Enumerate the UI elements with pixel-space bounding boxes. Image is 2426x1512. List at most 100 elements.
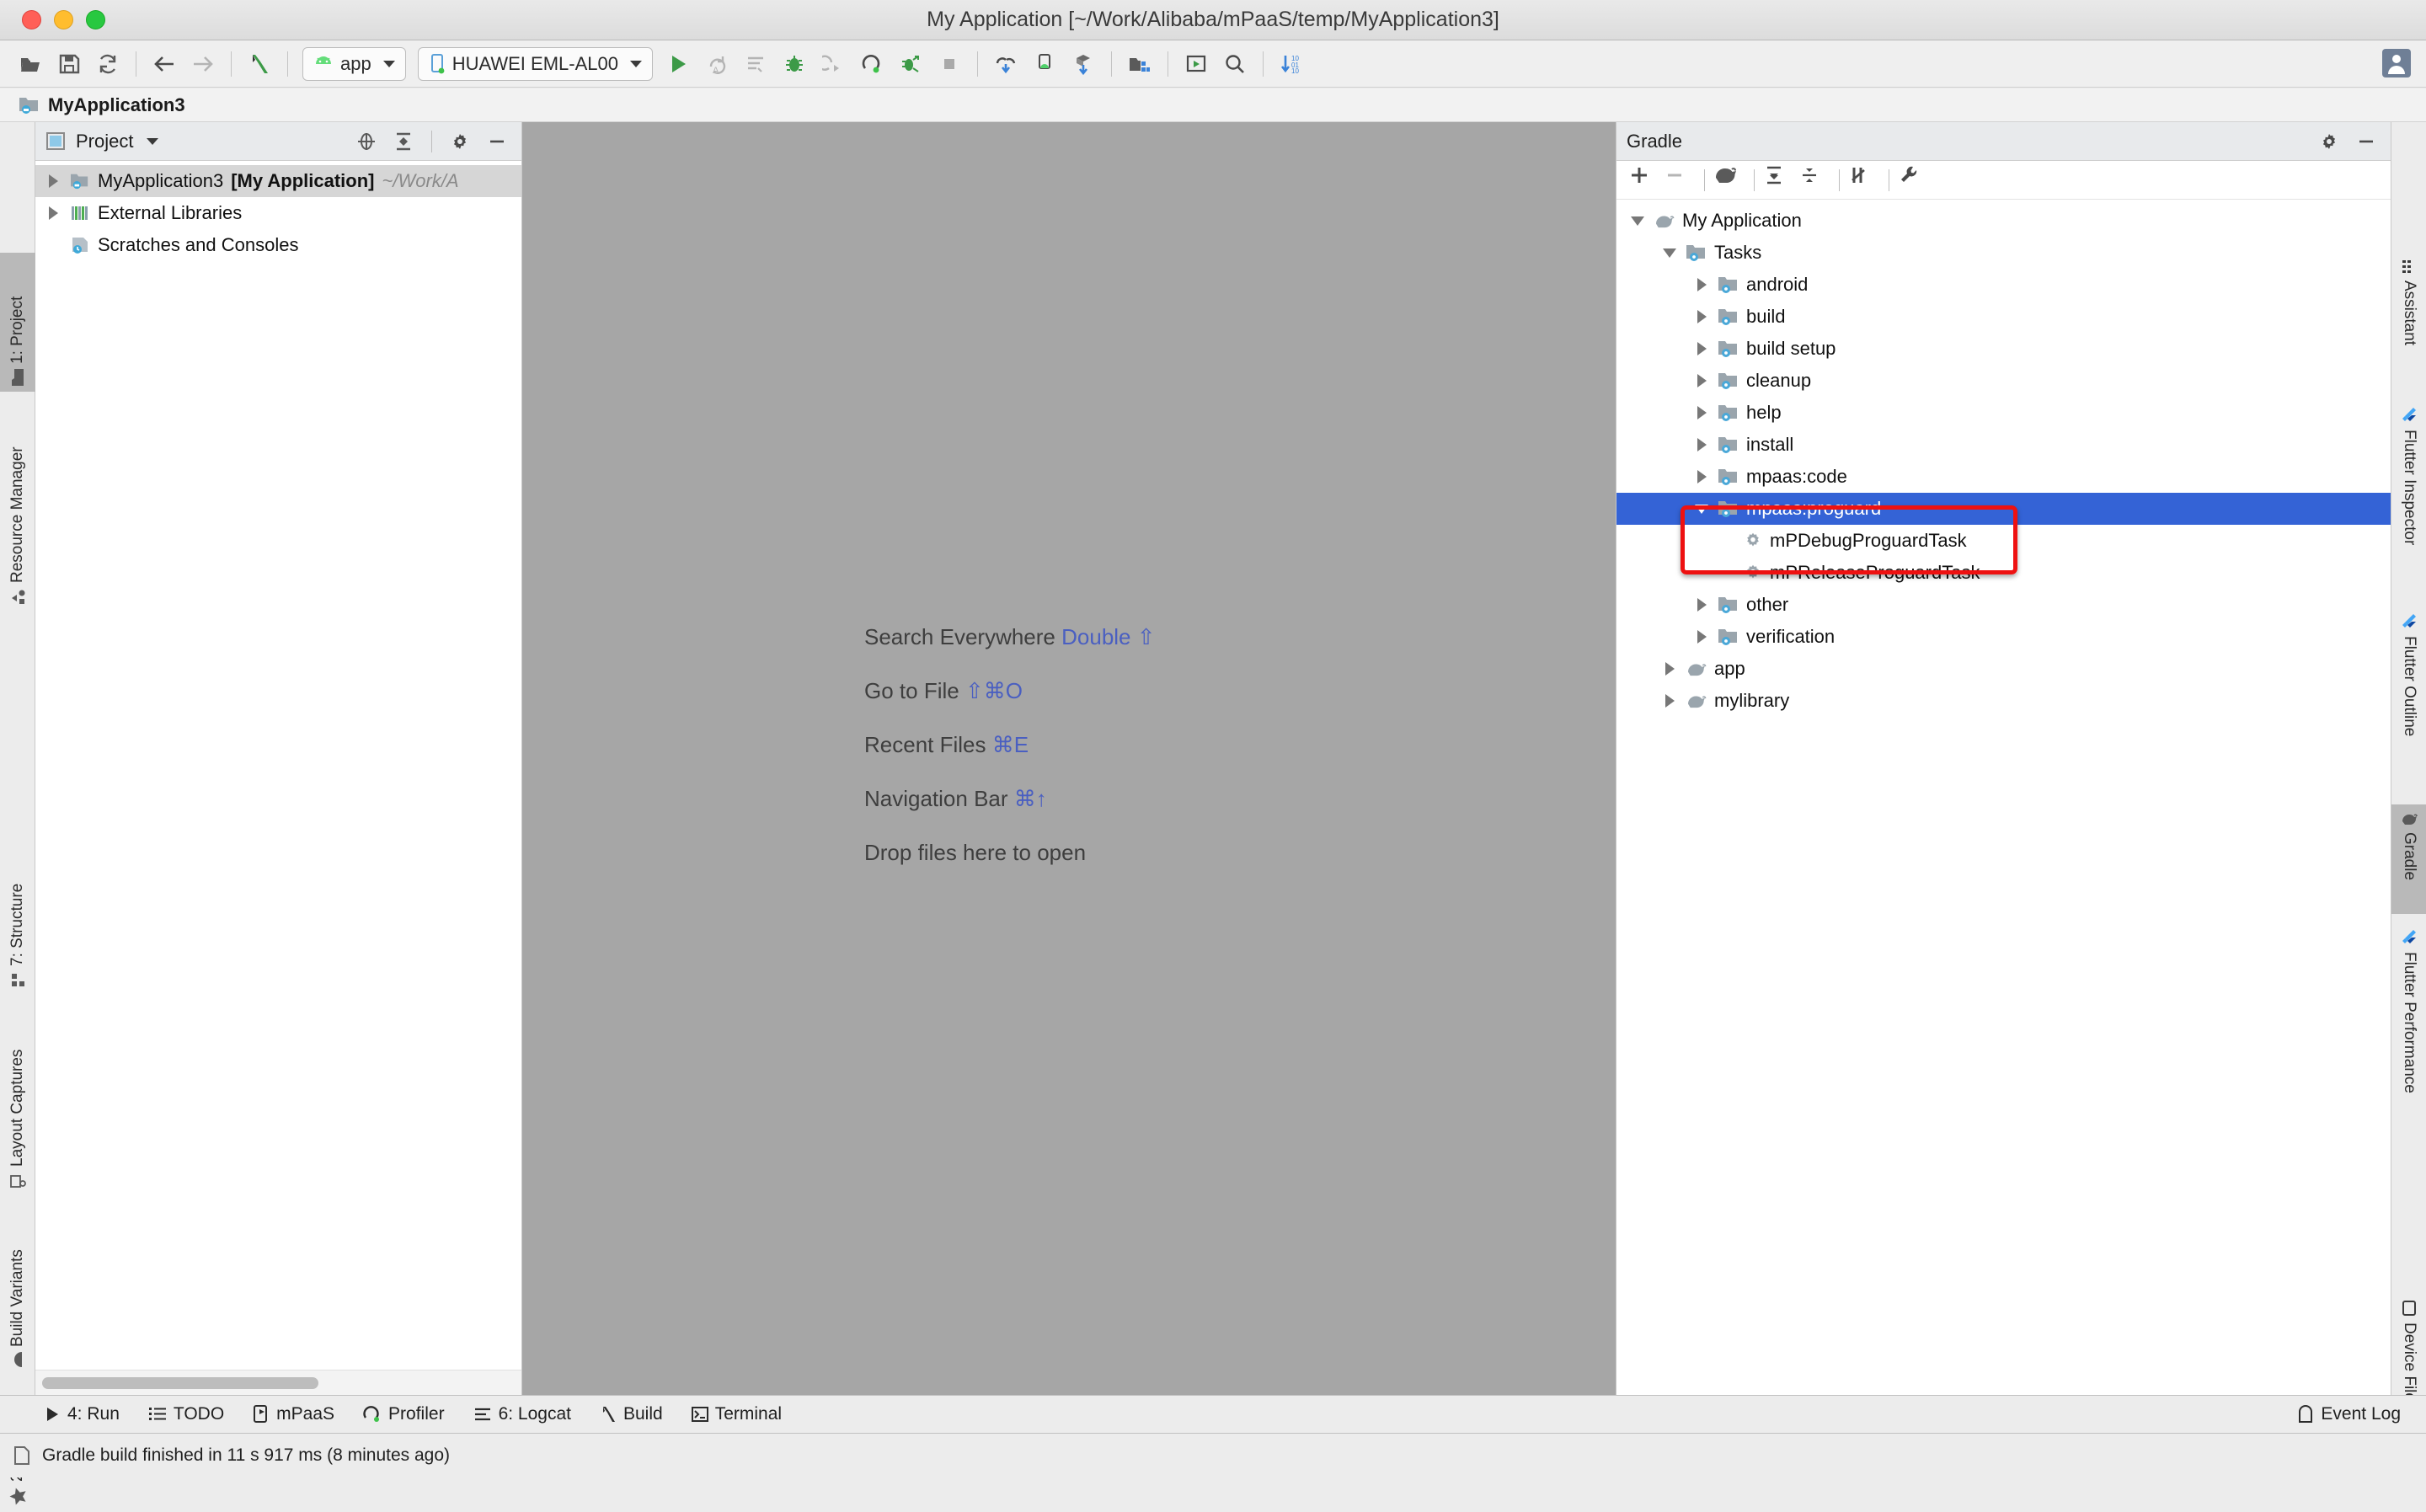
run-configuration-selector[interactable]: app	[302, 46, 406, 81]
memory-indicator-icon[interactable]	[12, 1445, 32, 1467]
debug-icon[interactable]	[776, 45, 813, 83]
tree-row-scratches-and-consoles[interactable]: Scratches and Consoles	[35, 229, 521, 261]
gradle-row-cleanup[interactable]: cleanup	[1616, 365, 2391, 397]
event-log-icon	[2299, 1405, 2313, 1423]
gradle-toolbar	[1616, 161, 2391, 200]
user-account-icon[interactable]	[2382, 49, 2411, 77]
gradle-row-verification[interactable]: verification	[1616, 621, 2391, 653]
apply-code-changes-icon[interactable]	[737, 45, 774, 83]
expand-all-icon[interactable]	[1763, 164, 1795, 196]
sidebar-item-flutter-outline[interactable]: Flutter Outline	[2391, 606, 2426, 796]
scrollbar-thumb[interactable]	[42, 1376, 318, 1389]
gradle-row-build-setup[interactable]: build setup	[1616, 333, 2391, 365]
run-icon[interactable]	[660, 45, 697, 83]
search-icon[interactable]	[1216, 45, 1253, 83]
apply-changes-icon[interactable]: A	[698, 45, 735, 83]
tree-row-external-libraries[interactable]: External Libraries	[35, 197, 521, 229]
project-tree[interactable]: MyApplication3 [My Application] ~/Work/A…	[35, 161, 521, 1370]
gradle-row-my-application[interactable]: My Application	[1616, 205, 2391, 237]
gradle-row-build[interactable]: build	[1616, 301, 2391, 333]
tool-window-logcat[interactable]: 6: Logcat	[473, 1404, 571, 1424]
gradle-label: cleanup	[1746, 370, 1812, 391]
scroll-from-source-icon[interactable]	[352, 127, 381, 156]
remove-icon[interactable]	[1664, 164, 1696, 196]
breadcrumb-label: MyApplication3	[48, 93, 185, 115]
sidebar-item-structure[interactable]: 7: Structure	[0, 842, 35, 994]
window-title-bar: My Application [~/Work/Alibaba/mPaaS/tem…	[0, 0, 2426, 40]
gradle-row-mylibrary[interactable]: mylibrary	[1616, 685, 2391, 717]
sidebar-item-gradle[interactable]: Gradle	[2391, 804, 2426, 914]
hint-label: Navigation Bar	[864, 785, 1008, 811]
save-all-icon[interactable]	[51, 45, 88, 83]
build-icon[interactable]	[241, 45, 278, 83]
sidebar-item-build-variants[interactable]: Build Variants	[0, 1209, 35, 1373]
hint-shortcut: ⌘E	[991, 731, 1029, 757]
sort-icon[interactable]: 10 01 10	[1273, 45, 1310, 83]
gradle-row-mpdebugproguardtask[interactable]: mPDebugProguardTask	[1616, 525, 2391, 557]
gear-icon[interactable]	[2315, 127, 2343, 156]
avd-launch-icon[interactable]	[1178, 45, 1215, 83]
profiler-icon[interactable]	[853, 45, 890, 83]
tool-window-mpaas[interactable]: mPaaS	[253, 1404, 334, 1424]
sdk-manager-icon[interactable]	[987, 45, 1024, 83]
sidebar-item-layout-captures[interactable]: Layout Captures	[0, 1007, 35, 1196]
gradle-row-other[interactable]: other	[1616, 589, 2391, 621]
tool-window-profiler[interactable]: Profiler	[363, 1404, 445, 1424]
run-with-coverage-icon[interactable]	[892, 45, 929, 83]
gradle-tree[interactable]: My Application Tasks android build build…	[1616, 200, 2391, 1395]
gradle-row-tasks[interactable]: Tasks	[1616, 237, 2391, 269]
sidebar-item-flutter-performance[interactable]: Flutter Performance	[2391, 922, 2426, 1146]
gradle-row-mpaas-proguard[interactable]: mpaas:proguard	[1616, 493, 2391, 525]
execute-gradle-task-icon[interactable]	[1713, 164, 1745, 196]
tool-window-todo[interactable]: TODO	[148, 1404, 224, 1424]
sidebar-item-label: Layout Captures	[8, 1049, 26, 1167]
collapse-all-icon[interactable]	[389, 127, 418, 156]
gradle-row-help[interactable]: help	[1616, 397, 2391, 429]
open-folder-icon[interactable]	[12, 45, 49, 83]
sidebar-item-resource-manager[interactable]: Resource Manager	[0, 400, 35, 611]
hint-shortcut: Double ⇧	[1061, 623, 1156, 649]
back-icon[interactable]	[146, 45, 183, 83]
stop-icon[interactable]	[931, 45, 968, 83]
tool-window-event-log[interactable]: Event Log	[2297, 1404, 2401, 1424]
chevron-down-icon[interactable]	[382, 60, 395, 67]
tool-window-run[interactable]: 4: Run	[44, 1404, 120, 1424]
sidebar-item-project[interactable]: 1: Project	[0, 253, 35, 392]
gradle-row-install[interactable]: install	[1616, 429, 2391, 461]
tool-window-build[interactable]: Build	[600, 1404, 663, 1424]
sidebar-item-assistant[interactable]: Assistant	[2391, 253, 2426, 392]
collapse-all-icon[interactable]	[1798, 164, 1830, 196]
gear-task-icon	[1747, 532, 1759, 547]
forward-icon[interactable]	[184, 45, 222, 83]
gradle-row-mpreleaseproguardtask[interactable]: mPReleaseProguardTask	[1616, 557, 2391, 589]
device-selector[interactable]: HUAWEI EML-AL00	[417, 46, 653, 81]
tree-row-myapplication3[interactable]: MyApplication3 [My Application] ~/Work/A	[35, 165, 521, 197]
panel-header-divider	[431, 130, 432, 152]
hint-label: Drop files here to open	[864, 839, 1087, 865]
device-file-explorer-icon	[2402, 1301, 2416, 1316]
gradle-settings-icon[interactable]	[1898, 164, 1930, 196]
sync-gradle-icon[interactable]	[1065, 45, 1102, 83]
minimize-icon[interactable]	[483, 127, 511, 156]
tool-window-terminal[interactable]: Terminal	[691, 1404, 782, 1424]
toggle-offline-icon[interactable]	[1848, 164, 1880, 196]
gradle-row-android[interactable]: android	[1616, 269, 2391, 301]
chevron-down-icon[interactable]	[147, 137, 159, 145]
project-horizontal-scrollbar[interactable]	[35, 1370, 521, 1395]
add-icon[interactable]	[1628, 164, 1660, 196]
expand-toggle[interactable]	[44, 174, 62, 188]
minimize-icon[interactable]	[2352, 127, 2381, 156]
task-folder-icon	[1718, 309, 1737, 325]
sidebar-item-flutter-inspector[interactable]: Flutter Inspector	[2391, 400, 2426, 598]
gear-icon[interactable]	[446, 127, 474, 156]
chevron-down-icon[interactable]	[629, 60, 642, 67]
gradle-row-mpaas-code[interactable]: mpaas:code	[1616, 461, 2391, 493]
attach-debugger-icon[interactable]	[815, 45, 852, 83]
tree-label: External Libraries	[98, 202, 243, 223]
gradle-row-app[interactable]: app	[1616, 653, 2391, 685]
avd-manager-icon[interactable]	[1026, 45, 1063, 83]
hint-search-everywhere: Search Everywhere Double ⇧	[864, 624, 1616, 650]
sync-project-icon[interactable]	[89, 45, 126, 83]
expand-toggle[interactable]	[44, 206, 62, 220]
project-structure-icon[interactable]	[1121, 45, 1158, 83]
